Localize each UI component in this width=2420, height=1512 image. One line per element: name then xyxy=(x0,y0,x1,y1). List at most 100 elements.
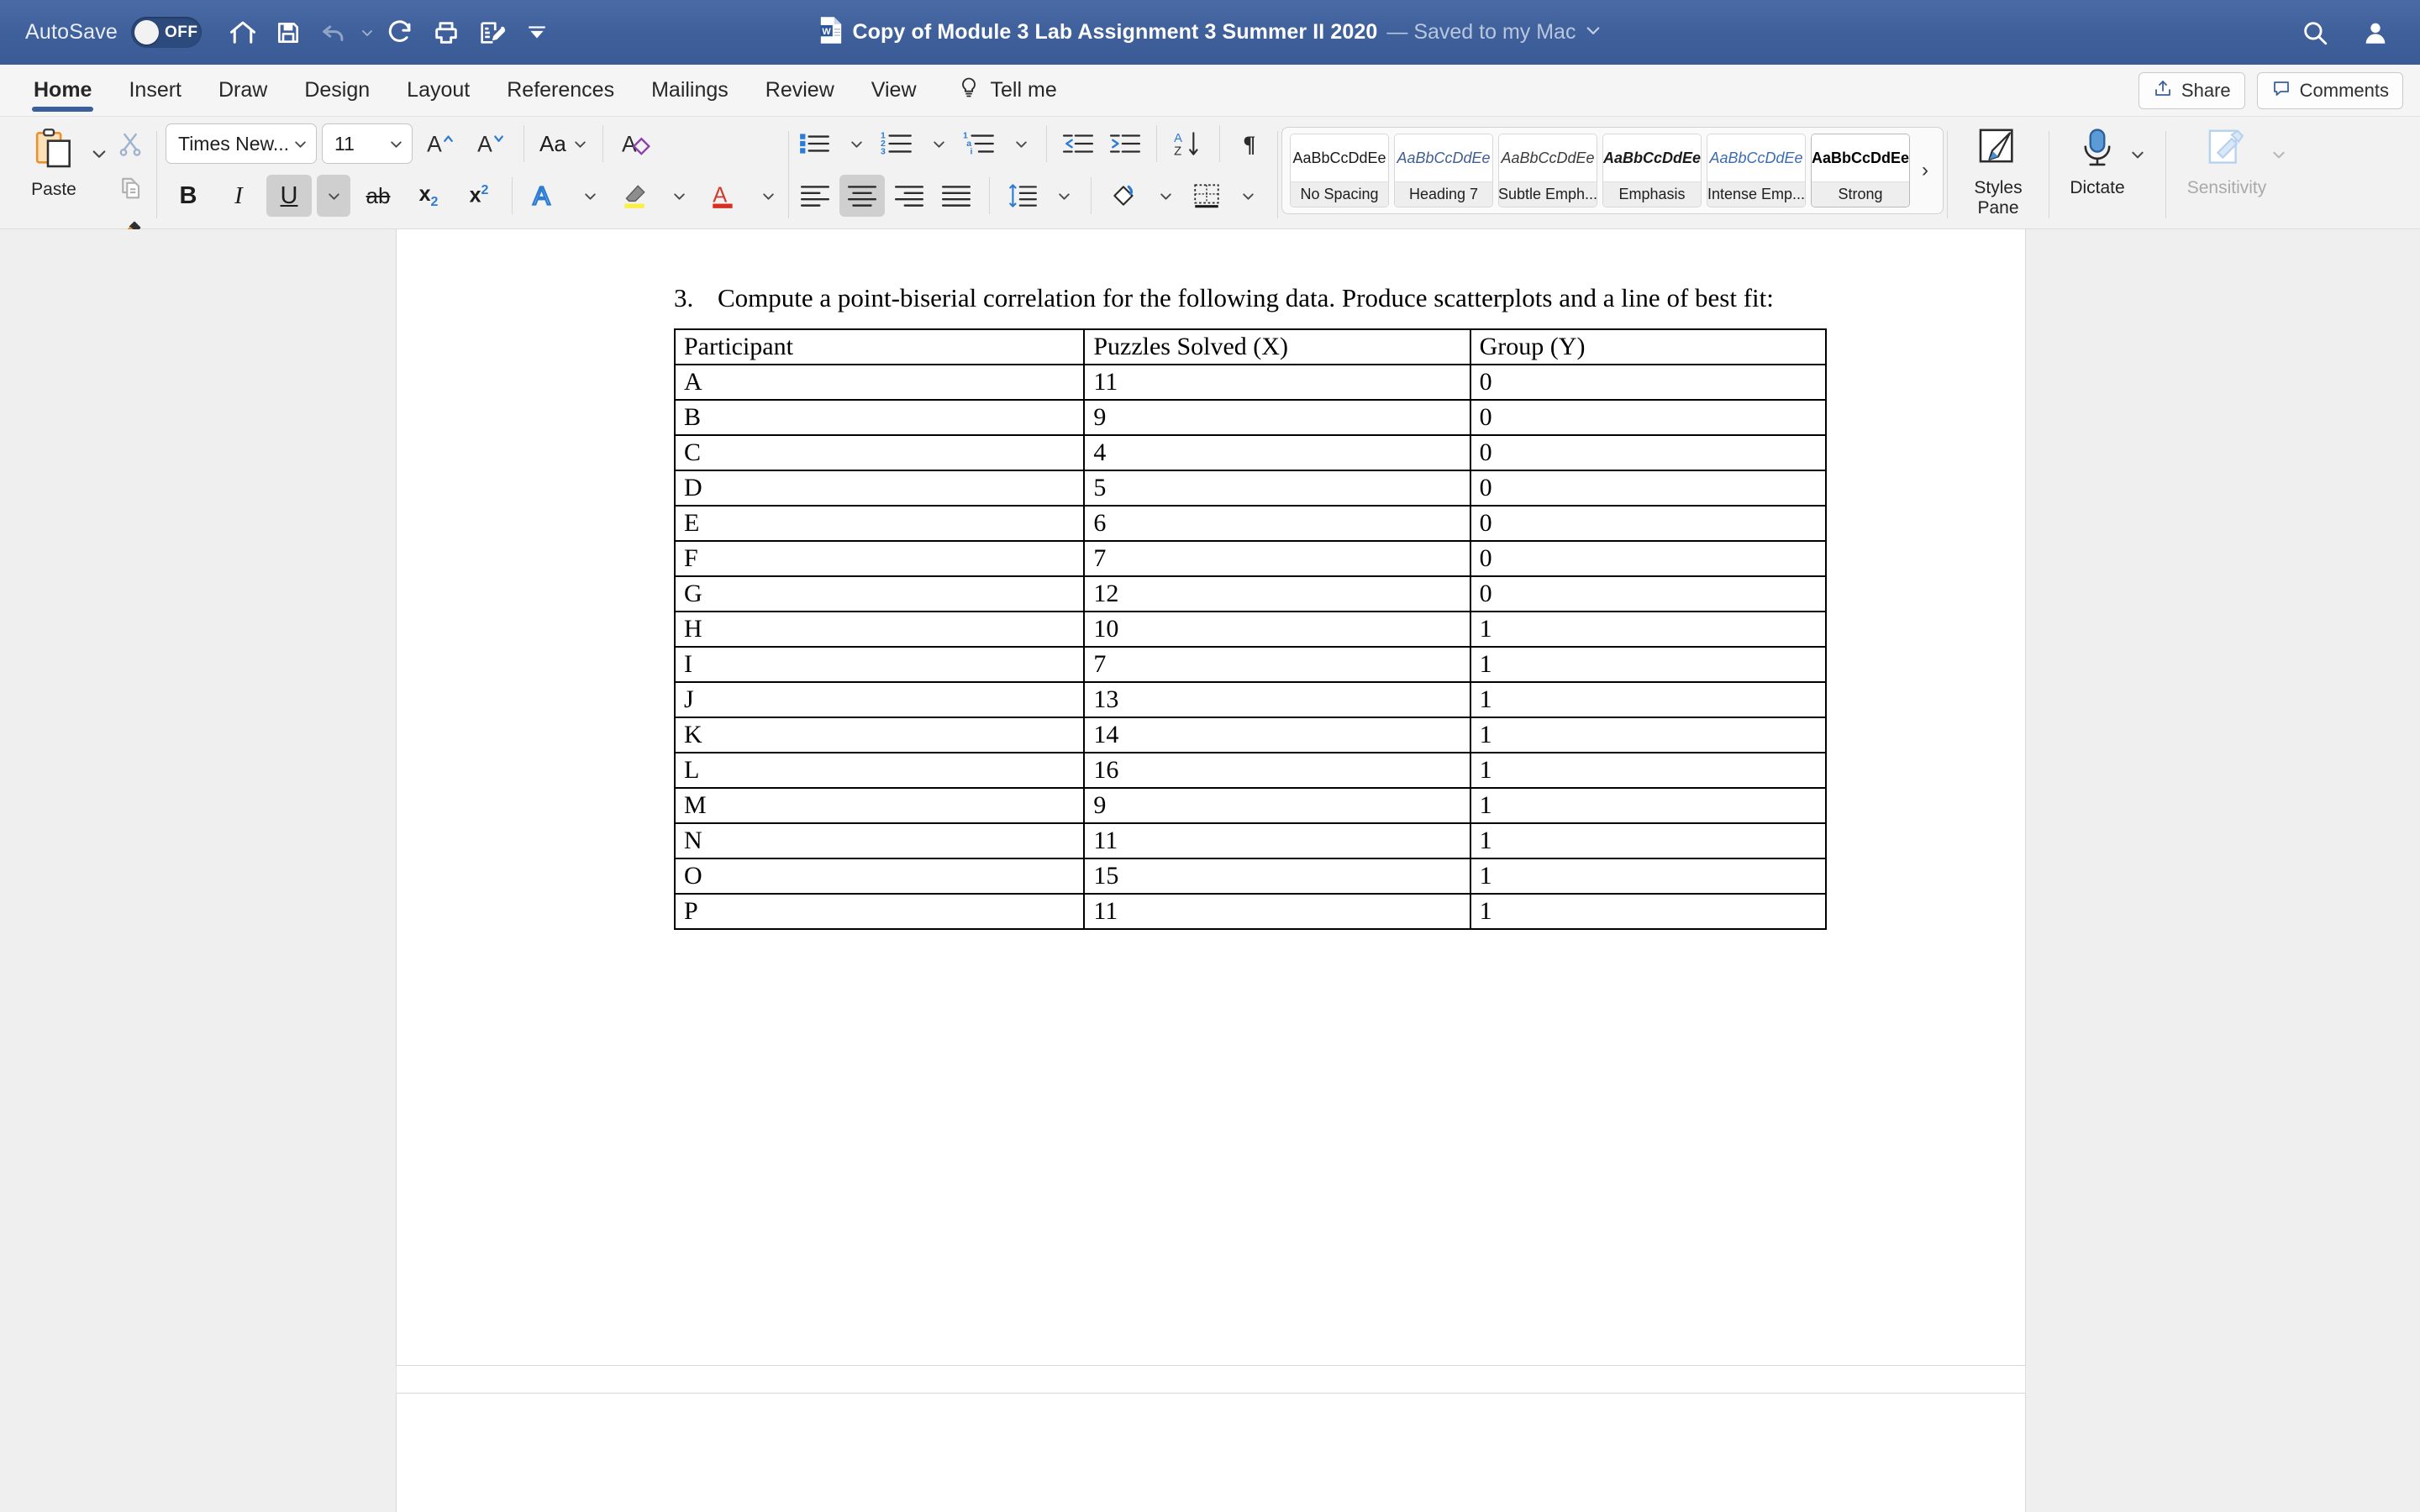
table-cell[interactable]: 1 xyxy=(1469,822,1828,859)
table-row[interactable]: N 11 1 xyxy=(673,822,1828,859)
style-strong[interactable]: AaBbCcDdEe Strong xyxy=(1811,134,1910,207)
share-button[interactable]: Share xyxy=(2138,71,2245,109)
italic-button[interactable]: I xyxy=(216,175,261,217)
table-cell[interactable]: 1 xyxy=(1469,892,1828,930)
line-spacing-icon[interactable] xyxy=(1000,175,1045,217)
sort-icon[interactable]: A Z xyxy=(1165,123,1211,165)
subscript-button[interactable]: x2 xyxy=(406,175,451,217)
style-emphasis[interactable]: AaBbCcDdEe Emphasis xyxy=(1602,134,1702,207)
undo-icon[interactable] xyxy=(311,10,356,55)
table-row[interactable]: O 15 1 xyxy=(673,857,1828,895)
title-dropdown-icon[interactable] xyxy=(1585,22,1602,43)
multilevel-list-dropdown-icon[interactable] xyxy=(1004,123,1038,165)
table-row[interactable]: L 16 1 xyxy=(673,751,1828,789)
justify-icon[interactable] xyxy=(934,175,979,217)
table-cell[interactable]: 15 xyxy=(1083,857,1471,895)
table-cell[interactable]: A xyxy=(673,363,1086,401)
text-effects-dropdown-icon[interactable] xyxy=(573,175,607,217)
document-page-2[interactable]: 3. Compute a point-biserial correlation … xyxy=(397,229,2025,1365)
table-cell[interactable]: 0 xyxy=(1469,363,1828,401)
table-cell[interactable]: 7 xyxy=(1083,645,1471,683)
dictate-button[interactable]: Dictate xyxy=(2053,120,2162,228)
table-cell[interactable]: 0 xyxy=(1469,433,1828,471)
table-cell[interactable]: O xyxy=(673,857,1086,895)
table-cell[interactable]: G xyxy=(673,575,1086,612)
search-icon[interactable] xyxy=(2292,10,2338,55)
table-cell[interactable]: N xyxy=(673,822,1086,859)
tab-home[interactable]: Home xyxy=(15,65,110,117)
align-left-icon[interactable] xyxy=(792,175,838,217)
change-case-button[interactable]: Aa xyxy=(534,123,592,165)
table-header-row[interactable]: Participant Puzzles Solved (X) Group (Y) xyxy=(673,328,1828,365)
table-cell[interactable]: 0 xyxy=(1469,539,1828,577)
shading-dropdown-icon[interactable] xyxy=(1149,175,1182,217)
table-cell[interactable]: 14 xyxy=(1083,716,1471,753)
table-cell[interactable]: 12 xyxy=(1083,575,1471,612)
clear-formatting-icon[interactable]: A xyxy=(613,123,659,165)
document-page-3[interactable] xyxy=(397,1394,2025,1512)
sensitivity-dropdown-icon[interactable] xyxy=(2266,127,2286,166)
multilevel-list-icon[interactable]: 1 a i xyxy=(957,123,1002,165)
customize-toolbar-icon[interactable] xyxy=(514,10,560,55)
table-cell[interactable]: 5 xyxy=(1083,469,1471,507)
tab-draw[interactable]: Draw xyxy=(200,65,286,117)
table-cell[interactable]: B xyxy=(673,398,1086,436)
align-right-icon[interactable] xyxy=(886,175,932,217)
document-title[interactable]: Copy of Module 3 Lab Assignment 3 Summer… xyxy=(853,20,1378,45)
table-cell[interactable]: 1 xyxy=(1469,751,1828,789)
table-cell[interactable]: 4 xyxy=(1083,433,1471,471)
table-cell[interactable]: 0 xyxy=(1469,575,1828,612)
table-cell[interactable]: 0 xyxy=(1469,469,1828,507)
table-cell[interactable]: 9 xyxy=(1083,398,1471,436)
tell-me-button[interactable]: Tell me xyxy=(935,76,1057,105)
shading-icon[interactable] xyxy=(1102,175,1147,217)
table-cell[interactable]: E xyxy=(673,504,1086,542)
table-cell[interactable]: 13 xyxy=(1083,680,1471,718)
line-spacing-dropdown-icon[interactable] xyxy=(1047,175,1081,217)
table-row[interactable]: H 10 1 xyxy=(673,610,1828,648)
numbered-list-dropdown-icon[interactable] xyxy=(922,123,955,165)
table-row[interactable]: A 11 0 xyxy=(673,363,1828,401)
paste-dropdown-icon[interactable] xyxy=(89,120,108,166)
superscript-button[interactable]: x2 xyxy=(456,175,502,217)
table-row[interactable]: P 11 1 xyxy=(673,892,1828,930)
table-cell[interactable]: 0 xyxy=(1469,504,1828,542)
table-cell[interactable]: I xyxy=(673,645,1086,683)
table-cell[interactable]: M xyxy=(673,786,1086,824)
text-effects-icon[interactable]: A xyxy=(523,175,568,217)
tab-insert[interactable]: Insert xyxy=(110,65,200,117)
borders-icon[interactable] xyxy=(1184,175,1229,217)
decrease-indent-icon[interactable] xyxy=(1055,123,1101,165)
table-cell[interactable]: 11 xyxy=(1083,822,1471,859)
styles-pane-button[interactable]: Styles Pane xyxy=(1951,120,2045,228)
cut-icon[interactable] xyxy=(108,123,153,165)
account-icon[interactable] xyxy=(2353,10,2398,55)
table-cell[interactable]: 7 xyxy=(1083,539,1471,577)
autosave-toggle[interactable]: OFF xyxy=(131,17,203,48)
table-cell[interactable]: 0 xyxy=(1469,398,1828,436)
table-cell[interactable]: 1 xyxy=(1469,716,1828,753)
numbered-list-icon[interactable]: 1 2 3 xyxy=(875,123,920,165)
table-cell[interactable]: L xyxy=(673,751,1086,789)
home-icon[interactable] xyxy=(220,10,266,55)
table-cell[interactable]: 1 xyxy=(1469,786,1828,824)
table-header-cell[interactable]: Participant xyxy=(673,328,1086,365)
shrink-font-icon[interactable]: A xyxy=(468,123,513,165)
table-cell[interactable]: 1 xyxy=(1469,645,1828,683)
tab-mailings[interactable]: Mailings xyxy=(633,65,747,117)
font-name-combo[interactable]: Times New... xyxy=(166,123,317,164)
table-row[interactable]: K 14 1 xyxy=(673,716,1828,753)
table-cell[interactable]: H xyxy=(673,610,1086,648)
table-cell[interactable]: J xyxy=(673,680,1086,718)
bullet-list-dropdown-icon[interactable] xyxy=(839,123,873,165)
table-row[interactable]: F70 xyxy=(673,539,1828,577)
table-cell[interactable]: 11 xyxy=(1083,892,1471,930)
show-formatting-marks-icon[interactable]: ¶ xyxy=(1228,123,1274,165)
dictate-dropdown-icon[interactable] xyxy=(2125,127,2145,166)
data-table[interactable]: Participant Puzzles Solved (X) Group (Y) A 1… xyxy=(673,328,1828,930)
style-intense-emphasis[interactable]: AaBbCcDdEe Intense Emp... xyxy=(1707,134,1806,207)
table-cell[interactable]: 10 xyxy=(1083,610,1471,648)
tab-view[interactable]: View xyxy=(853,65,935,117)
text-highlight-icon[interactable] xyxy=(612,175,657,217)
editor-icon[interactable] xyxy=(469,10,514,55)
